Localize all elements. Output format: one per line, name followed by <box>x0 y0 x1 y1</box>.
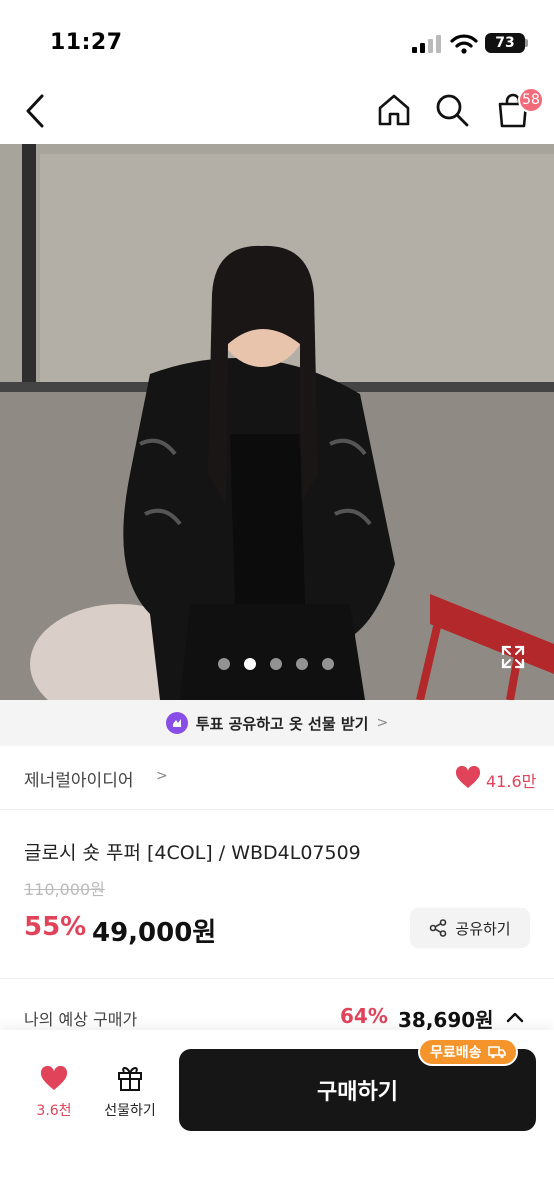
free-shipping-badge: 무료배송 <box>418 1038 518 1066</box>
carousel-dot[interactable] <box>296 658 308 670</box>
share-label: 공유하기 <box>455 919 511 938</box>
carousel-dots <box>218 658 334 672</box>
status-time: 11:27 <box>50 30 123 55</box>
wishlist-button[interactable]: 3.6천 <box>24 1060 84 1130</box>
like-count: 41.6만 <box>486 772 537 791</box>
free-shipping-label: 무료배송 <box>430 1045 482 1061</box>
gift-button[interactable]: 선물하기 <box>94 1060 166 1130</box>
share-icon <box>430 919 447 937</box>
brand-row: 제너럴아이디어 > 41.6만 <box>0 746 554 810</box>
promo-text: 투표 공유하고 옷 선물 받기 <box>195 714 369 733</box>
truck-icon <box>487 1046 506 1059</box>
home-icon[interactable] <box>374 90 414 130</box>
original-price: 110,000원 <box>24 880 105 899</box>
carousel-dot[interactable] <box>218 658 230 670</box>
expected-price-label: 나의 예상 구매가 <box>24 1010 138 1029</box>
brand-name-link[interactable]: 제너럴아이디어 <box>24 766 133 791</box>
heart-icon[interactable] <box>455 766 481 790</box>
carousel-dot-active[interactable] <box>244 658 256 670</box>
status-bar: 11:27 73 <box>0 0 554 80</box>
signal-icon <box>412 35 441 53</box>
cart-count-badge: 58 <box>518 87 544 113</box>
expected-discount: 64% <box>340 1004 388 1028</box>
buy-label: 구매하기 <box>317 1080 398 1105</box>
expected-price: 38,690원 <box>398 1008 494 1032</box>
brand-arrow-icon[interactable]: > <box>156 768 168 784</box>
promo-vote-icon <box>165 712 188 734</box>
product-title: 글로시 숏 푸퍼 [4COL] / WBD4L07509 <box>24 842 361 864</box>
discount-rate: 55% <box>24 912 87 942</box>
battery-indicator: 73 <box>485 33 525 53</box>
share-button[interactable]: 공유하기 <box>410 908 530 948</box>
nav-bar: 58 <box>0 80 554 144</box>
gift-icon <box>118 1067 142 1091</box>
promo-arrow-icon: > <box>376 715 389 731</box>
promo-banner[interactable]: 투표 공유하고 옷 선물 받기 > <box>0 700 554 746</box>
search-icon[interactable] <box>432 90 472 130</box>
divider <box>0 978 554 979</box>
back-icon[interactable] <box>20 90 52 132</box>
product-photo <box>0 144 554 700</box>
carousel-dot[interactable] <box>322 658 334 670</box>
bottom-action-bar: 3.6천 선물하기 구매하기 무료배송 <box>0 1030 554 1200</box>
battery-tip <box>525 39 528 47</box>
sale-price: 49,000원 <box>92 918 217 948</box>
chevron-up-icon[interactable] <box>504 1006 526 1028</box>
carousel-dot[interactable] <box>270 658 282 670</box>
product-detail-page: 11:27 73 58 투표 공유하고 옷 선물 받기 > 제너럴아이디어 > … <box>0 0 554 1200</box>
heart-icon <box>40 1066 68 1090</box>
wifi-icon <box>450 34 478 54</box>
product-image[interactable] <box>0 144 554 700</box>
gift-label: 선물하기 <box>104 1103 156 1119</box>
expand-icon[interactable] <box>500 644 526 670</box>
wishlist-count: 3.6천 <box>36 1103 72 1119</box>
